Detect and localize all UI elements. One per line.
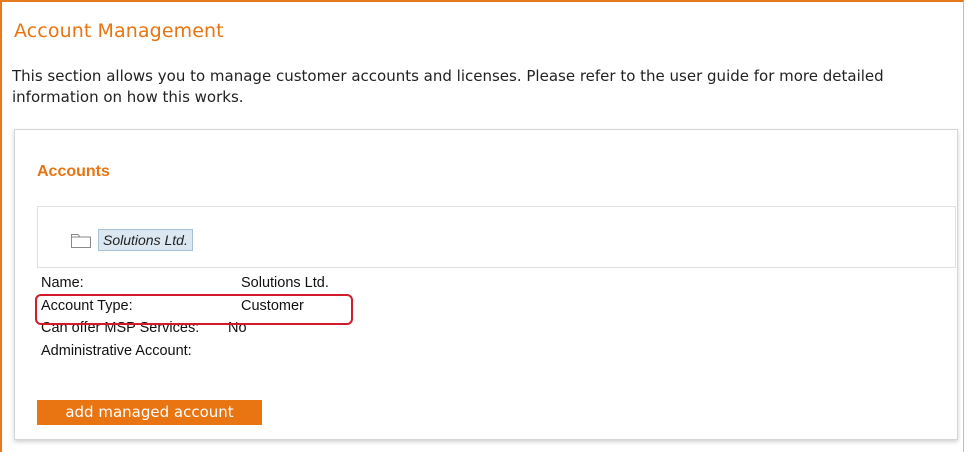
accounts-title: Accounts	[37, 163, 110, 180]
name-value: Solutions Ltd.	[241, 275, 329, 291]
name-label: Name:	[41, 275, 84, 291]
account-tree: Solutions Ltd.	[37, 206, 956, 268]
tree-node-label[interactable]: Solutions Ltd.	[98, 229, 193, 251]
administrative-account-label: Administrative Account:	[41, 342, 192, 359]
folder-icon	[70, 231, 94, 249]
accounts-panel: Accounts Solutions Ltd.	[14, 129, 958, 440]
tree-node-solutions-ltd[interactable]: Solutions Ltd.	[70, 229, 193, 251]
page-title: Account Management	[14, 20, 224, 42]
intro-text: This section allows you to manage custom…	[12, 67, 884, 106]
account-type-highlight	[35, 294, 353, 325]
add-managed-account-button[interactable]: add managed account	[37, 400, 262, 425]
